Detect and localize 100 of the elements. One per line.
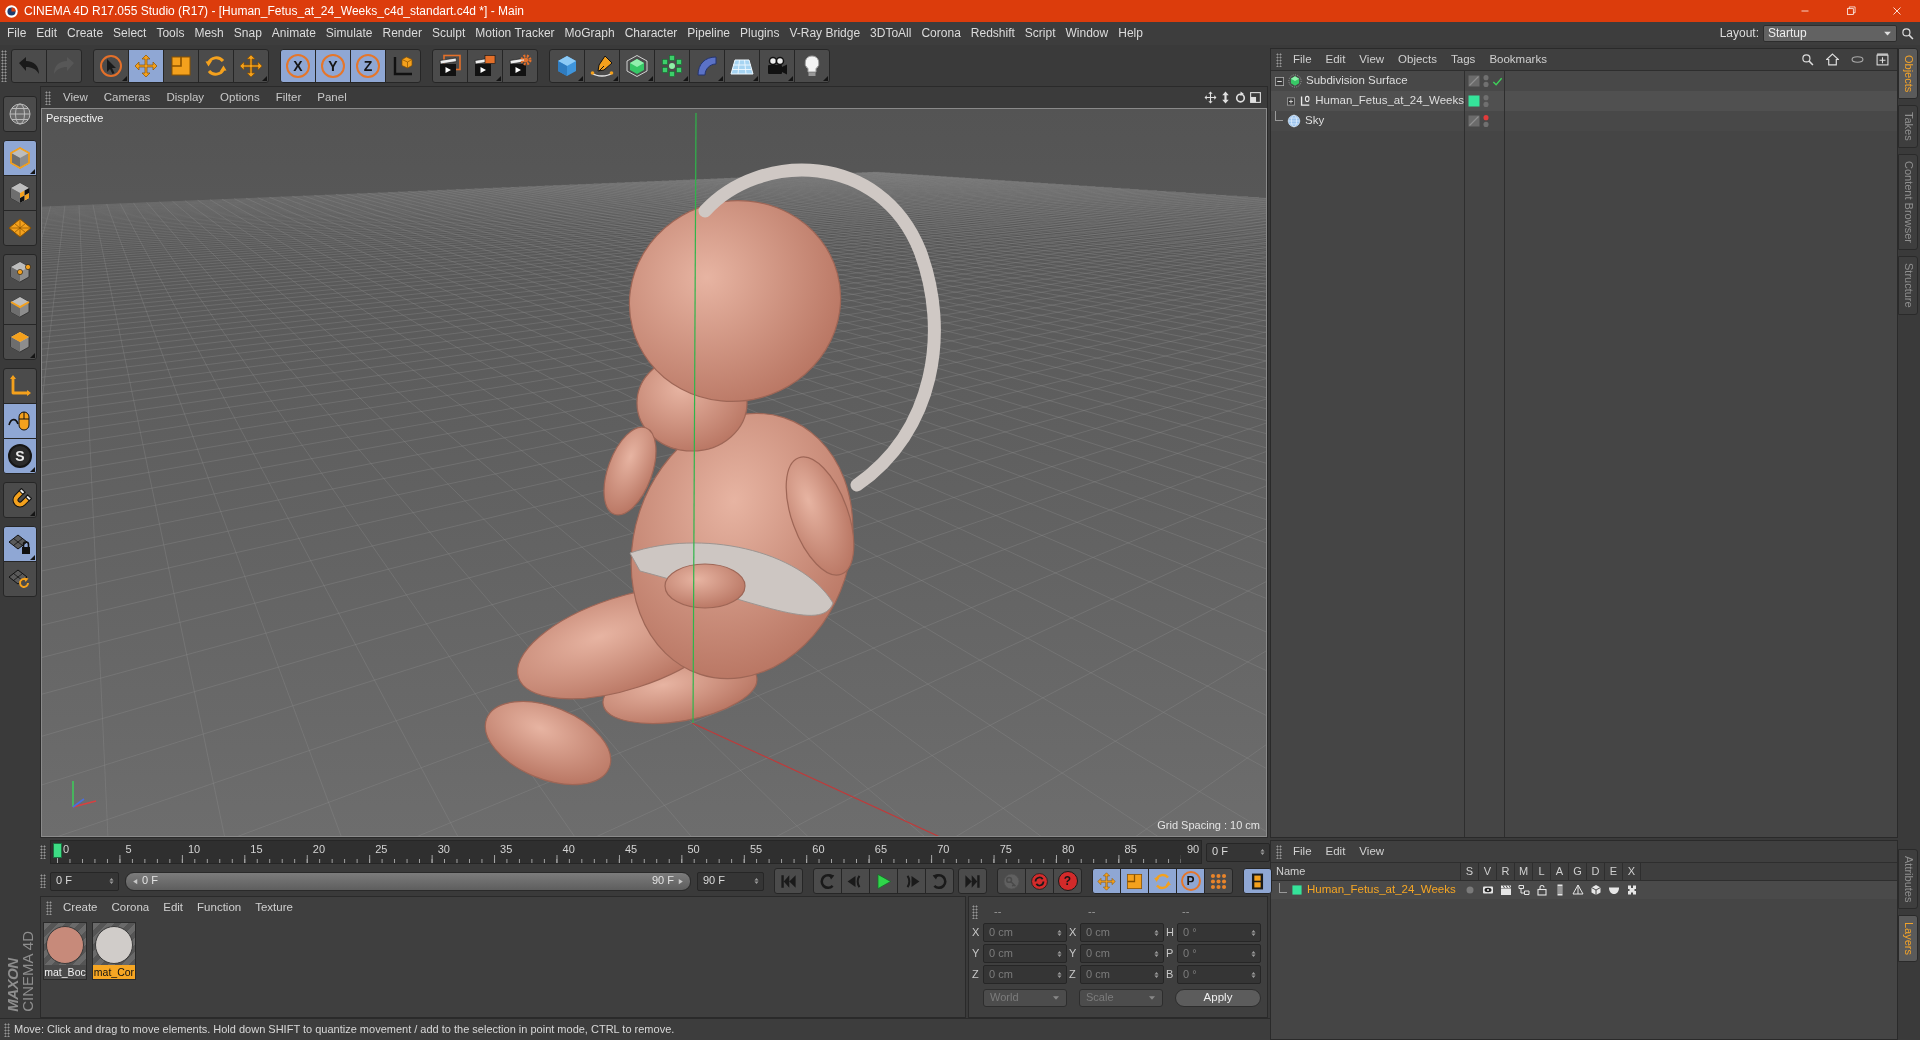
menu-item[interactable]: Bookmarks: [1482, 50, 1554, 69]
menu-item[interactable]: Snap: [228, 23, 267, 44]
menu-item[interactable]: Character: [619, 23, 683, 44]
menu-item[interactable]: 3DToAll: [865, 23, 917, 44]
workplane-sync-button[interactable]: [3, 561, 37, 597]
column-header[interactable]: X: [1623, 863, 1641, 880]
grip-icon[interactable]: [40, 874, 46, 888]
menu-item[interactable]: Objects: [1391, 50, 1445, 69]
column-header[interactable]: E: [1605, 863, 1623, 880]
menu-item[interactable]: Texture: [248, 899, 300, 917]
menu-item[interactable]: Tools: [151, 23, 190, 44]
layout-dropdown[interactable]: Startup: [1763, 25, 1897, 42]
point-key-button[interactable]: [1204, 868, 1233, 894]
menu-item[interactable]: File: [1286, 50, 1319, 69]
axis-lock-button[interactable]: X: [280, 48, 316, 83]
column-header[interactable]: G: [1569, 863, 1587, 880]
menu-item[interactable]: Create: [56, 899, 105, 917]
parameter-key-button[interactable]: P: [1176, 868, 1205, 894]
timeline-ruler[interactable]: 0 5 10 15 20 25 30 35 40 45 50 55 60 65 70 75 80 85 90: [50, 840, 1202, 864]
make-editable-button[interactable]: [3, 96, 37, 132]
menu-item[interactable]: Corona: [916, 23, 966, 44]
menu-item[interactable]: Edit: [156, 899, 191, 917]
cube-button[interactable]: [549, 48, 585, 83]
transform-tool-button[interactable]: [233, 48, 269, 83]
polygons-mode-button[interactable]: [3, 324, 37, 360]
rotation-key-button[interactable]: [1148, 868, 1177, 894]
position-key-button[interactable]: [1092, 868, 1121, 894]
points-mode-button[interactable]: [3, 254, 37, 290]
render-view-button[interactable]: [432, 48, 468, 83]
menu-item[interactable]: File: [2, 23, 32, 44]
layer-row[interactable]: Human_Fetus_at_24_Weeks: [1271, 881, 1897, 899]
menu-item[interactable]: Edit: [1318, 842, 1353, 861]
go-to-start-button[interactable]: [774, 868, 803, 894]
menu-item[interactable]: Redshift: [965, 23, 1020, 44]
viewport-canvas[interactable]: Perspective Grid Spacing : 10 cm: [41, 108, 1267, 837]
lock-workplane-button[interactable]: [3, 526, 37, 562]
menu-item[interactable]: File: [1286, 842, 1319, 861]
camera-button[interactable]: [759, 48, 795, 83]
menu-item[interactable]: MoGraph: [559, 23, 620, 44]
move-tool-button[interactable]: [128, 48, 164, 83]
grip-icon[interactable]: [1276, 844, 1282, 859]
texture-mode-button[interactable]: [3, 175, 37, 211]
coordinate-system-button[interactable]: [385, 48, 421, 83]
playhead-marker[interactable]: [53, 843, 62, 858]
menu-item[interactable]: Sculpt: [426, 23, 471, 44]
grip-icon[interactable]: [4, 1022, 10, 1037]
menu-item[interactable]: Simulate: [320, 23, 378, 44]
grip-icon[interactable]: [46, 901, 52, 915]
menu-item[interactable]: Mesh: [189, 23, 229, 44]
edges-mode-button[interactable]: [3, 289, 37, 325]
menu-item[interactable]: Panel: [309, 88, 355, 107]
menu-item[interactable]: View: [1352, 842, 1392, 861]
menu-item[interactable]: Edit: [31, 23, 63, 44]
column-header[interactable]: M: [1515, 863, 1533, 880]
column-header[interactable]: L: [1533, 863, 1551, 880]
axis-lock-button[interactable]: Y: [315, 48, 351, 83]
menu-item[interactable]: V-Ray Bridge: [784, 23, 866, 44]
axis-lock-button[interactable]: Z: [350, 48, 386, 83]
grip-icon[interactable]: [1, 49, 7, 82]
menu-item[interactable]: Function: [190, 899, 249, 917]
selection-tool-button[interactable]: [93, 48, 129, 83]
menu-item[interactable]: Tags: [1444, 50, 1483, 69]
menu-item[interactable]: Filter: [267, 88, 310, 107]
menu-item[interactable]: Options: [212, 88, 268, 107]
object-row[interactable]: Human_Fetus_at_24_Weeks: [1271, 91, 1897, 111]
menu-item[interactable]: Select: [108, 23, 152, 44]
picture-viewer-button[interactable]: [467, 48, 503, 83]
column-header[interactable]: A: [1551, 863, 1569, 880]
play-button[interactable]: [869, 868, 898, 894]
menu-item[interactable]: Cameras: [95, 88, 159, 107]
timeline-button[interactable]: [1243, 868, 1272, 894]
column-header[interactable]: D: [1587, 863, 1605, 880]
menu-item[interactable]: View: [55, 88, 96, 107]
pen-button[interactable]: [584, 48, 620, 83]
light-button[interactable]: [794, 48, 830, 83]
grip-icon[interactable]: [1276, 52, 1282, 67]
keyframe-selection-button[interactable]: ?: [1053, 868, 1082, 894]
cloner-button[interactable]: [654, 48, 690, 83]
bend-deformer-button[interactable]: [689, 48, 725, 83]
model-mode-button[interactable]: [3, 140, 37, 176]
menu-item[interactable]: Animate: [266, 23, 321, 44]
menu-item[interactable]: Help: [1113, 23, 1148, 44]
rotate-tool-button[interactable]: [198, 48, 234, 83]
column-header[interactable]: V: [1479, 863, 1497, 880]
column-header[interactable]: R: [1497, 863, 1515, 880]
end-frame-field[interactable]: 90 F: [697, 871, 764, 891]
menu-item[interactable]: Display: [158, 88, 213, 107]
material-thumbnail[interactable]: mat_Boc: [43, 922, 87, 980]
menu-item[interactable]: Motion Tracker: [470, 23, 560, 44]
maximize-view-button[interactable]: [1248, 91, 1263, 104]
autokey-button[interactable]: [1025, 868, 1054, 894]
menu-item[interactable]: Create: [62, 23, 109, 44]
menu-item[interactable]: View: [1352, 50, 1392, 69]
scale-tool-button[interactable]: [163, 48, 199, 83]
subdivision-button[interactable]: [619, 48, 655, 83]
grip-icon[interactable]: [40, 845, 46, 859]
tweak-mode-button[interactable]: [3, 403, 37, 439]
pan-view-button[interactable]: [1203, 91, 1218, 104]
frame-range-slider[interactable]: 0 F 90 F: [125, 871, 691, 891]
grip-icon[interactable]: [972, 905, 978, 919]
